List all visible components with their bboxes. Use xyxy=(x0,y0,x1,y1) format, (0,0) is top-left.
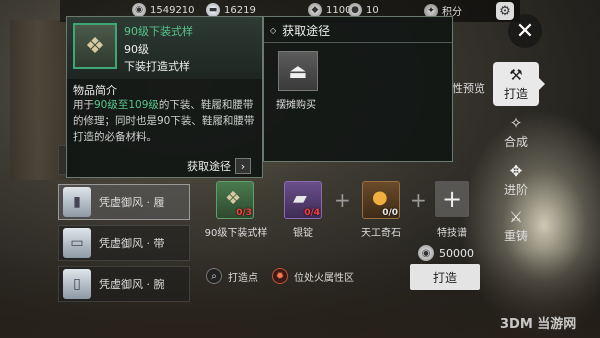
acquire-panel: ◇ 获取途径 ⏏ 摆摊购买 xyxy=(263,16,453,162)
silver-value: 16219 xyxy=(224,4,256,16)
stall-purchase-label: 摆摊购买 xyxy=(276,100,316,111)
nav-forge-label: 打造 xyxy=(503,86,528,101)
item-tooltip: ❖ 90级下装式样 90级 下装打造式样 物品简介 用于90级至109级的下装、… xyxy=(66,16,263,178)
gold-value: 1549210 xyxy=(150,4,195,16)
material-label: 90级下装式样 xyxy=(204,228,268,239)
anvil-icon: ⚒ xyxy=(509,65,523,84)
item-name: 90级下装式样 xyxy=(124,25,193,38)
acquire-title: ◇ 获取途径 xyxy=(270,22,330,39)
desc-highlight: 90级至109级 xyxy=(94,99,159,111)
currency-gold: ◉ 1549210 xyxy=(132,3,195,17)
currency-ten: ● 10 xyxy=(348,3,379,17)
attribute-preview-label[interactable]: 性预览 xyxy=(452,80,485,96)
equipment-list: ▮ 凭虚御风 · 履 ▭ 凭虚御风 · 带 ▯ 凭虚御风 · 腕 xyxy=(58,180,193,338)
material-count: 0/3 xyxy=(236,208,252,218)
material-label: 特技谱 xyxy=(437,228,467,239)
search-icon: ⌕ xyxy=(206,268,222,284)
plus-icon: + xyxy=(441,185,463,213)
silver-ingot-icon: ▰ xyxy=(293,188,307,209)
chevron-right-icon: › xyxy=(235,158,251,174)
close-button[interactable]: ✕ xyxy=(508,14,542,48)
plus-icon: + xyxy=(410,188,427,212)
fire-attribute-link[interactable]: ✹ 位处火属性区 xyxy=(272,268,354,284)
stone-icon: ● xyxy=(372,187,388,208)
acquire-title-text: 获取途径 xyxy=(282,24,331,38)
nav-forge[interactable]: ⚒ 打造 xyxy=(493,62,545,106)
material-stone-slot[interactable]: ● 0/0 xyxy=(362,181,400,219)
item-type: 下装打造式样 xyxy=(124,60,190,73)
forge-button[interactable]: 打造 xyxy=(410,264,480,290)
nav-synthesis[interactable]: ✧ 合成 xyxy=(493,110,539,154)
token-icon: ● xyxy=(348,3,362,17)
pattern-icon: ❖ xyxy=(85,33,105,59)
wrist-icon: ▯ xyxy=(63,269,91,299)
material-count: 0/0 xyxy=(382,208,398,218)
nav-recast-label: 重铸 xyxy=(503,228,528,243)
watermark: 3DM 当游网 xyxy=(500,317,577,332)
item-description: 用于90级至109级的下装、鞋履和腰带的修理；同时也是90下装、鞋履和腰带打造的… xyxy=(73,97,258,145)
boots-icon: ▮ xyxy=(63,187,91,217)
item-level: 90级 xyxy=(124,43,149,56)
divider xyxy=(264,42,452,43)
material-count: 0/4 xyxy=(304,208,320,218)
nav-upgrade-label: 进阶 xyxy=(503,182,528,197)
silver-icon: ▬ xyxy=(206,3,220,17)
coin-icon: ◉ xyxy=(418,245,434,261)
list-item-label: 凭虚御风 · 腕 xyxy=(99,278,165,291)
list-item[interactable]: ▭ 凭虚御风 · 带 xyxy=(58,225,190,261)
diamond-icon: ◇ xyxy=(270,26,277,35)
coin-icon: ◉ xyxy=(132,3,146,17)
side-nav: ⚒ 打造 ✧ 合成 ✥ 进阶 ⚔ 重铸 xyxy=(493,62,545,252)
plus-icon: + xyxy=(334,188,351,212)
nav-upgrade[interactable]: ✥ 进阶 xyxy=(493,158,539,202)
stall-purchase-button[interactable]: ⏏ xyxy=(278,51,318,91)
get-source-label: 获取途径 xyxy=(187,160,231,173)
list-item-label: 凭虚御风 · 带 xyxy=(99,237,165,250)
close-icon: ✕ xyxy=(515,18,535,44)
add-skill-book-button[interactable]: + xyxy=(435,181,469,217)
nav-synthesis-label: 合成 xyxy=(503,134,528,149)
cost-value: 50000 xyxy=(439,246,474,260)
hammer-icon: ⚔ xyxy=(509,207,523,226)
list-item[interactable]: ▮ 凭虚御风 · 履 xyxy=(58,184,190,220)
fire-icon: ✹ xyxy=(272,268,288,284)
settings-icon[interactable]: ⚙ xyxy=(496,2,514,20)
material-label: 天工奇石 xyxy=(361,228,401,239)
ten-value: 10 xyxy=(366,4,379,16)
material-silver-slot[interactable]: ▰ 0/4 xyxy=(284,181,322,219)
fire-attribute-label: 位处火属性区 xyxy=(294,272,354,284)
get-source-button[interactable]: 获取途径 › xyxy=(187,158,251,174)
belt-icon: ▭ xyxy=(63,228,91,258)
synthesis-icon: ✧ xyxy=(509,113,523,132)
bag-icon: ◆ xyxy=(308,3,322,17)
list-item[interactable]: ▯ 凭虚御风 · 腕 xyxy=(58,266,190,302)
material-label: 银锭 xyxy=(293,228,313,239)
nav-recast[interactable]: ⚔ 重铸 xyxy=(493,204,539,248)
item-intro-heading: 物品简介 xyxy=(73,84,117,97)
desc-prefix: 用于 xyxy=(73,99,94,111)
silver-ingot-icon: ⏏ xyxy=(288,59,308,83)
material-pattern-slot[interactable]: ❖ 0/3 xyxy=(216,181,254,219)
pattern-icon: ❖ xyxy=(225,188,242,209)
item-thumbnail: ❖ xyxy=(73,23,117,69)
forge-cost: ◉ 50000 xyxy=(418,245,474,261)
upgrade-icon: ✥ xyxy=(509,161,523,180)
currency-silver: ▬ 16219 xyxy=(206,3,256,17)
forge-point-label: 打造点 xyxy=(228,272,258,284)
forge-point-link[interactable]: ⌕ 打造点 xyxy=(206,268,258,284)
list-item-label: 凭虚御风 · 履 xyxy=(99,196,165,209)
